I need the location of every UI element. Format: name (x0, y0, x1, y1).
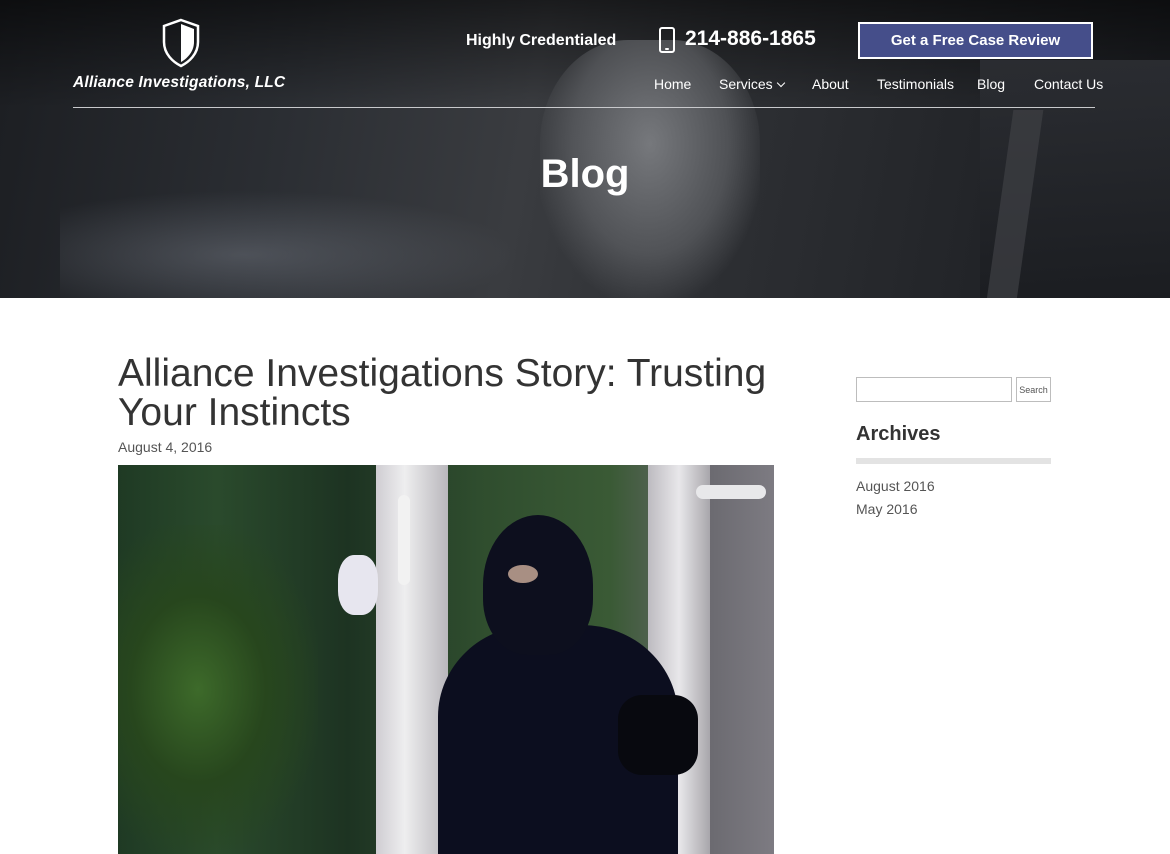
archives-heading: Archives (856, 423, 941, 445)
post-featured-image[interactable] (118, 465, 774, 854)
hero-bg-blur (60, 190, 520, 298)
archives-divider (856, 458, 1051, 464)
window-handle-right (696, 485, 766, 499)
logo[interactable]: Alliance Investigations, LLC (73, 18, 293, 98)
search-input[interactable] (856, 377, 1012, 402)
page-title: Blog (540, 152, 630, 196)
burglar-eye (508, 565, 538, 583)
hero-banner: Alliance Investigations, LLC Highly Cred… (0, 0, 1170, 298)
logo-text: Alliance Investigations, LLC (73, 74, 286, 91)
phone-number[interactable]: 214-886-1865 (685, 27, 816, 51)
nav-services[interactable]: Services (719, 76, 785, 92)
post-title[interactable]: Alliance Investigations Story: Trusting … (118, 354, 798, 432)
shield-icon (162, 18, 200, 68)
archive-link[interactable]: August 2016 (856, 478, 935, 494)
free-case-review-button[interactable]: Get a Free Case Review (858, 22, 1093, 59)
search-button[interactable]: Search (1016, 377, 1051, 402)
nav-contact[interactable]: Contact Us (1034, 76, 1103, 92)
nav-about[interactable]: About (812, 76, 849, 92)
black-glove (618, 695, 698, 775)
phone-icon (659, 27, 675, 53)
nav-services-label: Services (719, 76, 773, 92)
plant-shape (118, 525, 318, 854)
chevron-down-icon (776, 78, 785, 88)
white-glove (338, 555, 378, 615)
post-date: August 4, 2016 (118, 439, 213, 455)
window-handle (398, 495, 410, 585)
nav-testimonials[interactable]: Testimonials (877, 76, 954, 92)
nav-blog[interactable]: Blog (977, 76, 1005, 92)
tagline: Highly Credentialed (466, 32, 617, 49)
nav-home[interactable]: Home (654, 76, 691, 92)
header-divider (73, 107, 1095, 108)
burglar-head (483, 515, 593, 655)
archive-link[interactable]: May 2016 (856, 501, 917, 517)
